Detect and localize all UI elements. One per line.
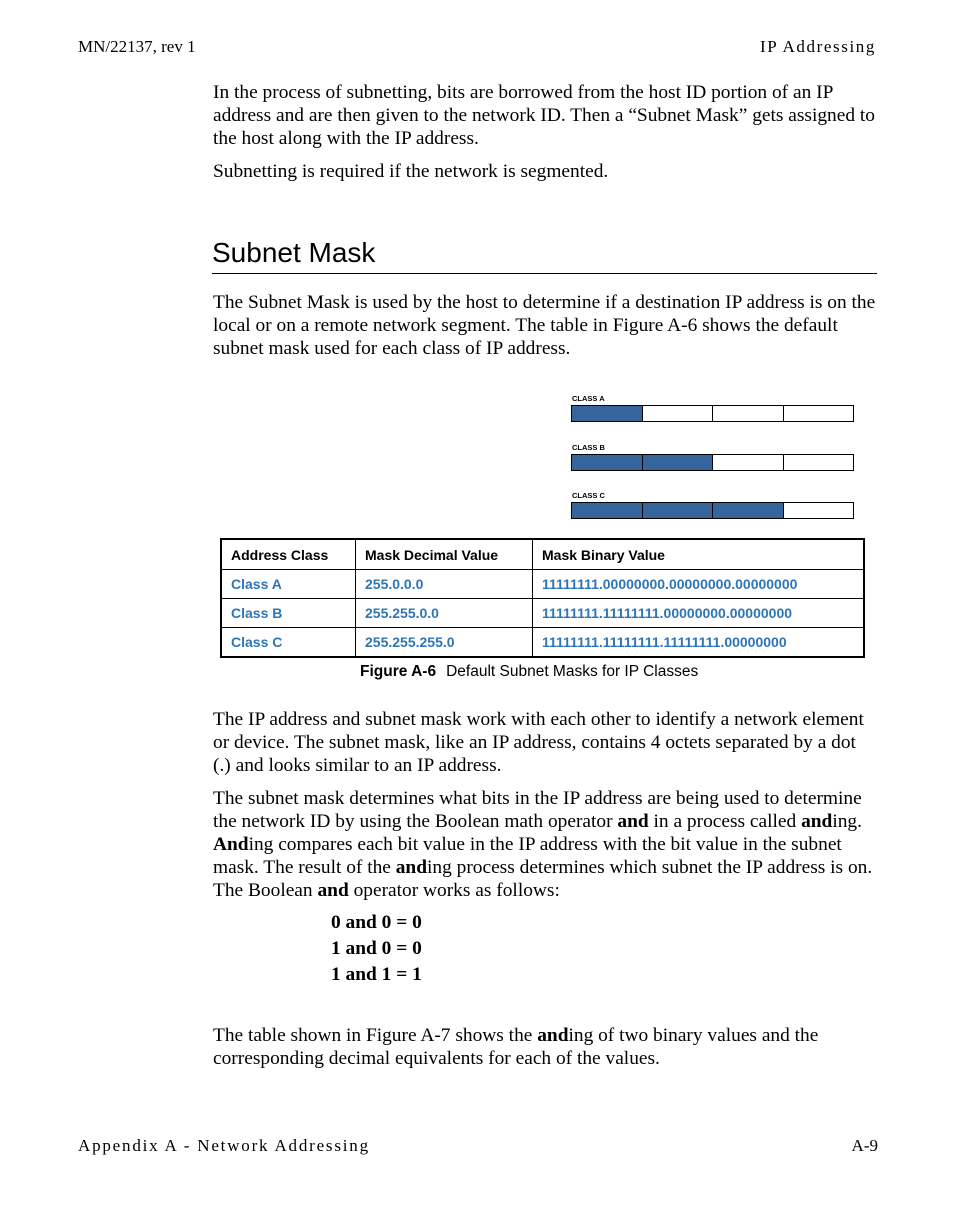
bold-run: And [213, 834, 249, 855]
bold-run: and [317, 880, 349, 901]
class-octet-bar [571, 502, 854, 519]
table-row: Class B 255.255.0.0 11111111.11111111.00… [220, 598, 865, 628]
class-octet-bar [571, 454, 854, 471]
table-row: Class A 255.0.0.0 11111111.00000000.0000… [220, 569, 865, 599]
header-section: IP Addressing [759, 37, 876, 56]
column-header: Address Class [220, 538, 356, 570]
host-octet [784, 455, 854, 470]
body-paragraph-2: The subnet mask determines what bits in … [213, 787, 878, 902]
body-paragraph-1: The IP address and subnet mask work with… [213, 709, 864, 776]
and-rule: 1 and 0 = 0 [331, 938, 422, 959]
cell-class: Class B [220, 598, 356, 628]
table-row: Class C 255.255.255.0 11111111.11111111.… [220, 627, 865, 658]
host-octet [713, 406, 784, 421]
cell-binary: 11111111.11111111.11111111.00000000 [532, 627, 865, 658]
footer-page-number: A-9 [851, 1136, 878, 1155]
and-rule: 0 and 0 = 0 [331, 912, 422, 933]
section-heading: Subnet Mask [212, 235, 877, 274]
text-run: The table shown in Figure A-7 shows the [213, 1025, 538, 1046]
figure-caption-label: Figure A-6 [360, 663, 437, 680]
text-run: in a process called [648, 811, 802, 832]
header-doc-id: MN/22137, rev 1 [78, 37, 196, 56]
cell-class: Class C [220, 627, 356, 658]
network-octet [572, 503, 643, 518]
network-octet [642, 455, 713, 470]
class-bar-label: CLASS B [572, 443, 605, 452]
host-octet [713, 455, 784, 470]
bold-run: and [395, 857, 427, 878]
and-rule: 1 and 1 = 1 [331, 964, 422, 985]
cell-decimal: 255.255.0.0 [355, 598, 533, 628]
cell-class: Class A [220, 569, 356, 599]
cell-decimal: 255.255.255.0 [355, 627, 533, 658]
bold-run: and [801, 811, 833, 832]
host-octet [784, 503, 854, 518]
host-octet [643, 406, 713, 421]
footer-appendix: Appendix A - Network Addressing [78, 1136, 370, 1155]
bold-run: and [617, 811, 649, 832]
network-octet [572, 406, 643, 421]
table-header-row: Address Class Mask Decimal Value Mask Bi… [220, 538, 865, 570]
intro-paragraph-2: Subnetting is required if the network is… [213, 161, 609, 182]
text-run: ing. [832, 811, 862, 832]
body-paragraph-3: The table shown in Figure A-7 shows the … [213, 1024, 878, 1070]
figure-caption: Figure A-6 Default Subnet Masks for IP Cl… [360, 663, 698, 681]
subnet-mask-table: Address Class Mask Decimal Value Mask Bi… [220, 538, 865, 658]
figure-caption-text: Default Subnet Masks for IP Classes [446, 663, 699, 680]
class-bar-label: CLASS C [572, 491, 605, 500]
column-header: Mask Decimal Value [355, 538, 533, 570]
network-octet [642, 503, 713, 518]
class-octet-bar [571, 405, 854, 422]
network-octet [713, 503, 784, 518]
cell-binary: 11111111.11111111.00000000.00000000 [532, 598, 865, 628]
network-octet [572, 455, 643, 470]
cell-decimal: 255.0.0.0 [355, 569, 533, 599]
section-paragraph: The Subnet Mask is used by the host to d… [213, 292, 876, 359]
cell-binary: 11111111.00000000.00000000.00000000 [532, 569, 865, 599]
class-bar-label: CLASS A [572, 394, 605, 403]
text-run: operator works as follows: [348, 880, 560, 901]
column-header: Mask Binary Value [532, 538, 865, 570]
intro-paragraph-1: In the process of subnetting, bits are b… [213, 82, 875, 149]
bold-run: and [537, 1025, 569, 1046]
host-octet [784, 406, 854, 421]
